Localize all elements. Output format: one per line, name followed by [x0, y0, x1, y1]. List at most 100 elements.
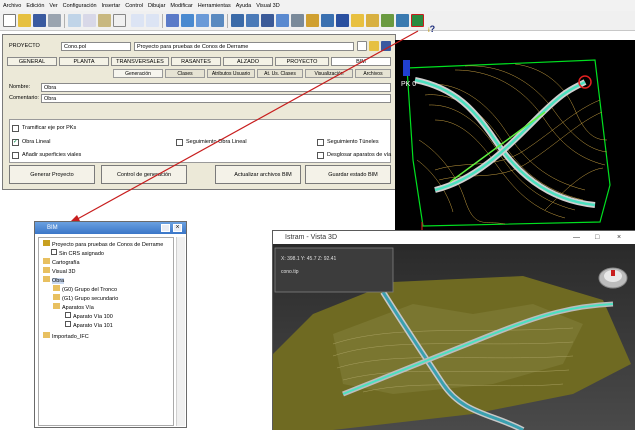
redo-icon[interactable]	[146, 14, 159, 27]
comment-field[interactable]: Obra	[41, 94, 391, 103]
follow-tunnels-checkbox[interactable]	[317, 139, 324, 146]
subtab-visualizacion[interactable]: Visualización	[305, 69, 353, 78]
tree-node-label: Aparato Vía 100	[73, 314, 113, 320]
menu-insertar[interactable]: Insertar	[102, 3, 121, 9]
layers-icon[interactable]	[211, 14, 224, 27]
paste-icon[interactable]	[98, 14, 111, 27]
new-icon[interactable]	[3, 14, 16, 27]
project-description-field[interactable]: Proyecto para pruebas de Conos de Derram…	[134, 42, 354, 51]
plan-view[interactable]: PK 0	[395, 40, 635, 230]
compass-icon[interactable]	[598, 267, 628, 289]
toolbar-separator	[64, 14, 65, 28]
tab-bim[interactable]: BIM	[331, 57, 391, 66]
open-project-icon[interactable]	[369, 41, 379, 51]
tab-transversales[interactable]: TRANSVERSALES	[111, 57, 169, 66]
subtab-atributos-usuario[interactable]: Atributos Usuario	[207, 69, 255, 78]
bim-icon[interactable]	[411, 14, 424, 27]
bim-tree-window: BIM × Proyecto para pruebas de Conos de …	[34, 221, 187, 428]
view-section-icon[interactable]	[261, 14, 274, 27]
name-field[interactable]: Obra	[41, 83, 391, 92]
tree-node-project[interactable]: Proyecto para pruebas de Conos de Derram…	[43, 240, 163, 249]
render-icon[interactable]	[276, 14, 289, 27]
tree-node-g0[interactable]: (G0) Grupo del Tronco	[53, 285, 117, 294]
menu-ayuda[interactable]: Ayuda	[236, 3, 252, 9]
arrow-icon[interactable]	[336, 14, 349, 27]
trace-label: Tramificar eje por PKs	[22, 125, 77, 131]
pan-icon[interactable]	[196, 14, 209, 27]
toolbar-separator	[227, 14, 228, 28]
save-project-icon[interactable]	[381, 41, 391, 51]
tree-node-cartografia[interactable]: Cartografía	[43, 258, 80, 267]
select-icon[interactable]	[166, 14, 179, 27]
folder-icon[interactable]	[366, 14, 379, 27]
tab-general[interactable]: GENERAL	[7, 57, 57, 66]
menu-herramientas[interactable]: Herramientas	[198, 3, 231, 9]
tree-node-aparato-101[interactable]: Aparato Vía 101	[65, 321, 113, 330]
tree-scrollbar[interactable]	[176, 237, 185, 426]
menu-archivo[interactable]: Archivo	[3, 3, 21, 9]
tree-node-label: (G0) Grupo del Tronco	[62, 287, 118, 293]
surfaces-label: Añadir superficies viales	[22, 152, 82, 158]
open-icon[interactable]	[18, 14, 31, 27]
minimize-button[interactable]: —	[573, 231, 580, 244]
follow-linear-checkbox[interactable]	[176, 139, 183, 146]
menu-dibujar[interactable]: Dibujar	[148, 3, 165, 9]
tree-node-aparatos[interactable]: Aparatos Vía	[53, 303, 94, 312]
subtab-at-us-clases[interactable]: At. Us. Clases	[257, 69, 303, 78]
generate-project-button[interactable]: Generar Proyecto	[9, 165, 95, 184]
palette-icon[interactable]	[306, 14, 319, 27]
menu-edicion[interactable]: Edición	[26, 3, 44, 9]
save-icon[interactable]	[33, 14, 46, 27]
tree-node-obra[interactable]: Obra	[43, 276, 65, 285]
help-icon[interactable]: i?	[428, 24, 435, 34]
new-project-icon[interactable]	[357, 41, 367, 51]
tree-node-label: Sin CRS asignado	[59, 251, 104, 257]
maximize-button[interactable]: □	[595, 231, 599, 244]
menu-configuracion[interactable]: Configuración	[63, 3, 97, 9]
tree-node-label: Cartografía	[52, 260, 80, 266]
fill-icon[interactable]	[321, 14, 334, 27]
print-icon[interactable]	[48, 14, 61, 27]
tree-node-visual-3d[interactable]: Visual 3D	[43, 267, 75, 276]
view-plan-icon[interactable]	[231, 14, 244, 27]
zoom-icon[interactable]	[181, 14, 194, 27]
menu-visual-3d[interactable]: Visual 3D	[256, 3, 279, 9]
copy-icon[interactable]	[83, 14, 96, 27]
tab-alzado[interactable]: ALZADO	[223, 57, 273, 66]
menu-control[interactable]: Control	[125, 3, 143, 9]
subtab-generacion[interactable]: Generación	[113, 69, 163, 78]
pencil-icon[interactable]	[351, 14, 364, 27]
tab-planta[interactable]: PLANTA	[59, 57, 109, 66]
surfaces-checkbox[interactable]	[12, 152, 19, 159]
settings-icon[interactable]	[291, 14, 304, 27]
trace-checkbox[interactable]	[12, 125, 19, 132]
tree-node-label: Proyecto para pruebas de Conos de Derram…	[52, 242, 164, 248]
subtab-clases[interactable]: Clases	[165, 69, 205, 78]
3d-scene[interactable]: X: 398.1 Y: 45.7 Z: 92.41 cono.tip	[273, 244, 635, 430]
tab-proyecto[interactable]: PROYECTO	[275, 57, 329, 66]
tree-node-crs[interactable]: Sin CRS asignado	[51, 249, 104, 258]
close-button[interactable]: ×	[617, 231, 621, 244]
project-file-field[interactable]: Cono.pol	[61, 42, 131, 51]
linear-work-checkbox[interactable]: ✓	[12, 139, 19, 146]
menu-ver[interactable]: Ver	[49, 3, 57, 9]
update-bim-files-button[interactable]: Actualizar archivos BIM	[215, 165, 301, 184]
measure-icon[interactable]	[381, 14, 394, 27]
save-bim-state-button[interactable]: Guardar estado BIM	[305, 165, 391, 184]
view-profile-icon[interactable]	[246, 14, 259, 27]
tree-node-aparato-100[interactable]: Aparato Vía 100	[65, 312, 113, 321]
tree-node-ifc[interactable]: Importado_IFC	[43, 332, 89, 341]
road-icon[interactable]	[396, 14, 409, 27]
undo-icon[interactable]	[131, 14, 144, 27]
tab-rasantes[interactable]: RASANTES	[171, 57, 221, 66]
generation-control-button[interactable]: Control de generación	[101, 165, 187, 184]
menu-modificar[interactable]: Modificar	[170, 3, 192, 9]
subtab-archivos[interactable]: Archivos	[355, 69, 391, 78]
devices-checkbox[interactable]	[317, 152, 324, 159]
delete-icon[interactable]	[113, 14, 126, 27]
application-window: Archivo Edición Ver Configuración Insert…	[0, 0, 635, 430]
close-icon[interactable]: ×	[173, 224, 182, 232]
cut-icon[interactable]	[68, 14, 81, 27]
tree-node-g1[interactable]: (G1) Grupo secundario	[53, 294, 118, 303]
minimize-icon[interactable]	[161, 224, 170, 232]
